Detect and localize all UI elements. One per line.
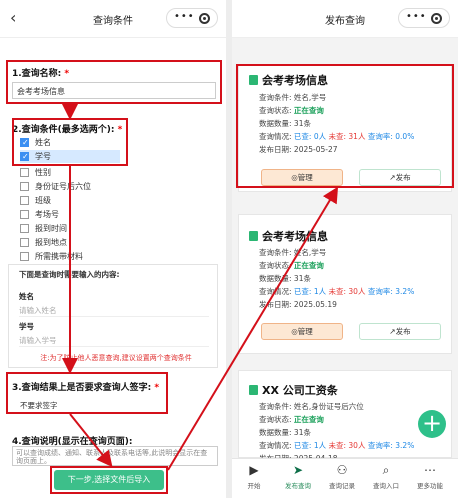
condition-option[interactable]: 所需携带材料 bbox=[20, 250, 83, 263]
tab-publish[interactable]: ➤ 发布查询 bbox=[278, 463, 318, 490]
mini-program-capsule[interactable]: ••• bbox=[166, 8, 218, 28]
query-card[interactable]: XX 公司工资条 查询条件: 姓名,身份证号后六位 查询状态: 正在查询 数据数… bbox=[238, 370, 452, 463]
preview-field-label: 姓名 bbox=[19, 292, 34, 301]
checkbox-icon[interactable] bbox=[20, 182, 29, 191]
highlight-box bbox=[6, 372, 168, 414]
checkbox-icon[interactable] bbox=[20, 196, 29, 205]
card-stats: 查询情况: 已查: 1人 未查: 30人 查询率: 3.2% bbox=[259, 287, 415, 296]
tab-more[interactable]: ⋯ 更多功能 bbox=[410, 463, 450, 490]
bottom-tab-bar: ▶ 开始 ➤ 发布查询 ⚇ 查询记录 ⌕ 查询入口 ⋯ 更多功能 bbox=[232, 458, 458, 498]
checkbox-icon[interactable] bbox=[20, 238, 29, 247]
card-conditions: 查询条件: 姓名,身份证号后六位 bbox=[259, 402, 364, 411]
card-stats: 查询情况: 已查: 1人 未查: 30人 查询率: 3.2% bbox=[259, 441, 415, 450]
checkbox-icon[interactable] bbox=[20, 252, 29, 261]
publish-button[interactable]: ↗发布 bbox=[359, 323, 441, 340]
query-card[interactable]: 会考考场信息 查询条件: 姓名,学号 查询状态: 正在查询 数据数量: 31条 … bbox=[238, 214, 452, 354]
description-input[interactable]: 可以查询成绩、通知、联系人及联系电话等,此说明会显示在查询页面上。 bbox=[12, 446, 218, 466]
condition-option[interactable]: 报到地点 bbox=[20, 236, 67, 249]
preview-note: 注:为了防止他人恶意查询,建议设置两个查询条件 bbox=[40, 354, 192, 362]
manage-button[interactable]: ◎管理 bbox=[261, 323, 343, 340]
more-circle-icon: ⋯ bbox=[424, 463, 436, 477]
nav-bar: ‹ 查询条件 ••• bbox=[0, 0, 226, 38]
tab-start[interactable]: ▶ 开始 bbox=[234, 463, 274, 490]
card-status: 查询状态: 正在查询 bbox=[259, 415, 324, 424]
card-title: 会考考场信息 bbox=[249, 228, 328, 244]
condition-option[interactable]: 报到时间 bbox=[20, 222, 67, 235]
sitemap-icon: ⚇ bbox=[336, 463, 348, 477]
list-icon bbox=[249, 231, 258, 241]
preview-field-placeholder: 请输入姓名 bbox=[19, 305, 209, 317]
checkbox-icon[interactable] bbox=[20, 210, 29, 219]
checkbox-icon[interactable] bbox=[20, 168, 29, 177]
highlight-box bbox=[50, 466, 168, 494]
card-date: 发布日期: 2025.05.19 bbox=[259, 300, 337, 309]
publish-query-screen: 发布查询 ••• 会考考场信息 查询条件: 姓名,学号 查询状态: 正在查询 数… bbox=[232, 0, 458, 498]
input-preview: 下面是查询时需要输入的内容: 姓名 请输入姓名 学号 请输入学号 注:为了防止他… bbox=[8, 264, 218, 368]
close-target-icon[interactable] bbox=[431, 13, 442, 24]
highlight-box bbox=[236, 64, 454, 188]
card-conditions: 查询条件: 姓名,学号 bbox=[259, 248, 327, 257]
list-icon bbox=[249, 385, 258, 395]
preview-field-placeholder: 请输入学号 bbox=[19, 335, 209, 347]
checkbox-icon[interactable] bbox=[20, 224, 29, 233]
send-icon: ➤ bbox=[292, 463, 304, 477]
card-status: 查询状态: 正在查询 bbox=[259, 261, 324, 270]
preview-field-label: 学号 bbox=[19, 322, 34, 331]
search-icon: ⌕ bbox=[382, 463, 390, 477]
highlight-box bbox=[12, 118, 128, 166]
preview-heading: 下面是查询时需要输入的内容: bbox=[19, 270, 120, 279]
condition-option[interactable]: 班级 bbox=[20, 194, 51, 207]
card-count: 数据数量: 31条 bbox=[259, 428, 311, 437]
close-target-icon[interactable] bbox=[199, 13, 210, 24]
condition-option[interactable]: 身份证号后六位 bbox=[20, 180, 91, 193]
tab-records[interactable]: ⚇ 查询记录 bbox=[322, 463, 362, 490]
query-conditions-screen: ‹ 查询条件 ••• 1.查询名称: * 会考考场信息 2.查询条件(最多选两个… bbox=[0, 0, 226, 498]
tab-entry[interactable]: ⌕ 查询入口 bbox=[366, 463, 406, 490]
more-dots-icon[interactable]: ••• bbox=[174, 11, 195, 22]
highlight-box bbox=[6, 60, 222, 104]
condition-option[interactable]: 性别 bbox=[20, 166, 51, 179]
card-title: XX 公司工资条 bbox=[249, 382, 338, 398]
more-dots-icon[interactable]: ••• bbox=[406, 11, 427, 22]
card-count: 数据数量: 31条 bbox=[259, 274, 311, 283]
play-circle-icon: ▶ bbox=[249, 463, 259, 477]
condition-option[interactable]: 考场号 bbox=[20, 208, 59, 221]
mini-program-capsule[interactable]: ••• bbox=[398, 8, 450, 28]
add-query-button[interactable]: + bbox=[418, 410, 446, 438]
nav-bar: 发布查询 ••• bbox=[232, 0, 458, 38]
